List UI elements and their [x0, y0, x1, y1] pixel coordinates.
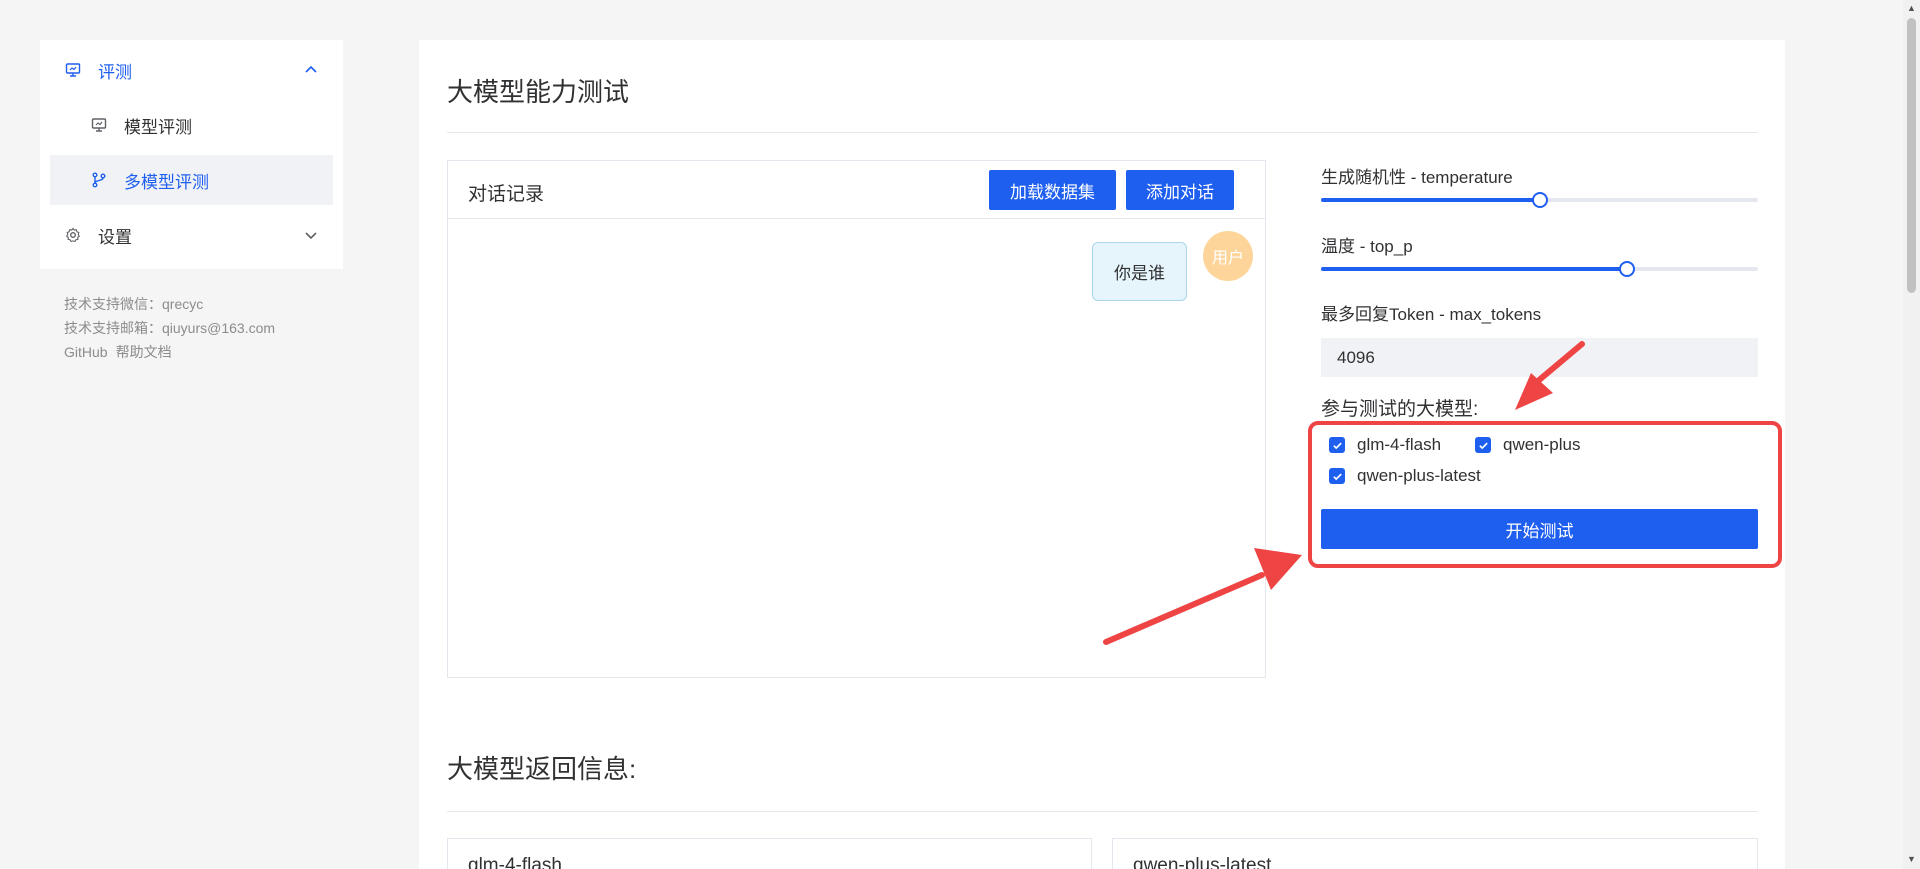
temperature-slider-fill: [1321, 198, 1540, 202]
start-test-button[interactable]: 开始测试: [1321, 509, 1758, 549]
chevron-down-icon[interactable]: [303, 227, 319, 243]
divider: [447, 132, 1758, 133]
support-email: 技术支持邮箱：qiuyurs@163.com: [64, 320, 276, 336]
max-tokens-input[interactable]: [1321, 338, 1758, 377]
max-tokens-label: 最多回复Token - max_tokens: [1321, 305, 1542, 324]
result-card: qwen-plus-latest: [1112, 838, 1758, 869]
models-label: 参与测试的大模型:: [1321, 399, 1479, 420]
sidebar-item-label: 多模型评测: [124, 172, 209, 192]
scroll-up-arrow-icon[interactable]: ▲: [1907, 4, 1916, 13]
checkbox-checked-icon[interactable]: [1475, 437, 1491, 453]
page-title: 大模型能力测试: [447, 77, 630, 107]
support-info: 技术支持微信：qrecyc 技术支持邮箱：qiuyurs@163.com Git…: [64, 292, 275, 364]
top-p-slider-thumb[interactable]: [1618, 261, 1635, 277]
sidebar-item-eval[interactable]: 评测: [50, 45, 333, 95]
checkbox-checked-icon[interactable]: [1329, 437, 1345, 453]
sidebar-item-label: 模型评测: [124, 117, 192, 137]
sidebar-item-model-eval[interactable]: 模型评测: [50, 100, 333, 150]
top-p-slider-fill: [1321, 267, 1627, 271]
support-links: GitHub 帮助文档: [64, 340, 275, 364]
monitor-icon: [90, 116, 108, 134]
model-checkbox-qwen-plus[interactable]: qwen-plus: [1475, 435, 1581, 455]
main-panel: 大模型能力测试 对话记录 加载数据集 添加对话 你是谁 用户 生成随机性 - t…: [419, 40, 1785, 869]
sidebar-item-label: 设置: [98, 227, 132, 247]
user-message-bubble: 你是谁: [1092, 242, 1187, 301]
github-link[interactable]: GitHub: [64, 344, 108, 360]
help-docs-link[interactable]: 帮助文档: [116, 344, 172, 360]
model-checkbox-glm-4-flash[interactable]: glm-4-flash: [1329, 435, 1441, 455]
sidebar-item-multi-model-eval[interactable]: 多模型评测: [50, 155, 333, 205]
top-p-slider[interactable]: [1321, 261, 1758, 277]
sidebar-item-label: 评测: [98, 62, 132, 82]
scroll-down-arrow-icon[interactable]: ▼: [1907, 855, 1916, 864]
scrollbar[interactable]: ▲ ▼: [1903, 0, 1920, 869]
checkbox-checked-icon[interactable]: [1329, 468, 1345, 484]
support-wechat: 技术支持微信：qrecyc: [64, 296, 204, 312]
monitor-icon: [64, 61, 82, 79]
divider: [447, 811, 1758, 812]
temperature-label: 生成随机性 - temperature: [1321, 168, 1513, 187]
chat-panel: 对话记录 加载数据集 添加对话 你是谁 用户: [447, 160, 1266, 678]
load-dataset-button[interactable]: 加载数据集: [989, 170, 1116, 210]
model-name: qwen-plus-latest: [1357, 466, 1481, 485]
result-card: glm-4-flash: [447, 838, 1092, 869]
chat-header: 对话记录 加载数据集 添加对话: [448, 161, 1265, 219]
model-name: glm-4-flash: [1357, 435, 1442, 454]
scrollbar-thumb[interactable]: [1907, 18, 1916, 293]
gear-icon: [64, 226, 82, 244]
model-name: qwen-plus: [1503, 435, 1581, 454]
add-dialog-button[interactable]: 添加对话: [1126, 170, 1234, 210]
user-avatar: 用户: [1203, 231, 1253, 281]
chevron-up-icon[interactable]: [303, 62, 319, 78]
model-checkbox-qwen-plus-latest[interactable]: qwen-plus-latest: [1329, 466, 1481, 486]
top-p-label: 温度 - top_p: [1321, 237, 1413, 256]
sidebar-item-settings[interactable]: 设置: [50, 210, 333, 260]
result-card-title: glm-4-flash: [468, 855, 562, 869]
chat-title: 对话记录: [468, 184, 545, 205]
sidebar: 评测 模型评测 多模型评测 设置: [40, 40, 343, 269]
temperature-slider[interactable]: [1321, 192, 1758, 208]
results-title: 大模型返回信息:: [447, 754, 637, 784]
result-card-title: qwen-plus-latest: [1133, 855, 1272, 869]
temperature-slider-thumb[interactable]: [1531, 192, 1548, 208]
branch-icon: [90, 171, 108, 189]
